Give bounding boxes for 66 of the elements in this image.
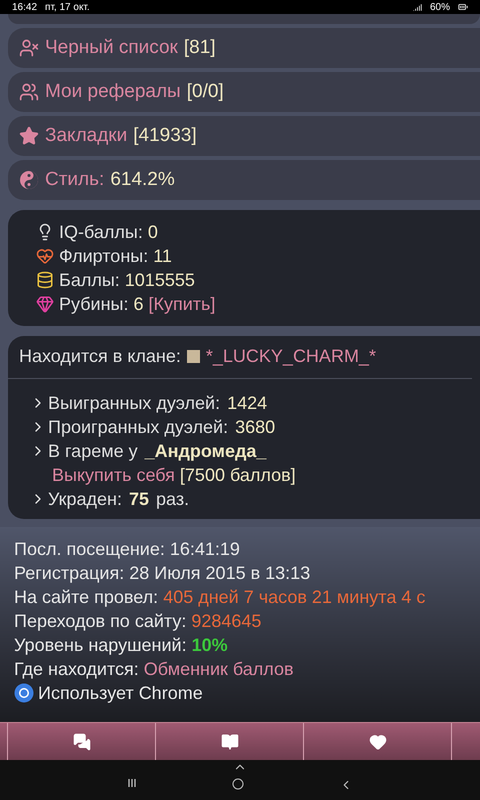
info-label: Регистрация: [14, 562, 124, 585]
info-label: Посл. посещение: [14, 538, 165, 561]
duel-label: Проигранных дуэлей: [48, 416, 228, 439]
owner-link[interactable]: _Андромеда_ [144, 439, 266, 463]
status-time: 16:42 [12, 0, 38, 14]
stolen-label: Украден: [48, 488, 122, 511]
browser-icon [14, 683, 34, 703]
yin-yang-icon [19, 170, 39, 190]
info-value: 16:41:19 [170, 538, 240, 561]
info-value: 405 дней 7 часов 21 минута 4 с [163, 586, 426, 609]
users-icon [19, 82, 39, 102]
info-label: Где находится: [14, 658, 139, 681]
chat-icon [72, 732, 90, 750]
recent-apps-icon[interactable] [127, 778, 138, 788]
menu-row[interactable]: Закладки [41933] [8, 116, 480, 156]
clan-label: Находится в клане: [19, 345, 181, 368]
stat-value: 1015555 [124, 269, 195, 292]
info-label: Уровень нарушений: [14, 634, 187, 657]
battery-level: 60% [430, 0, 450, 14]
stat-value: 11 [153, 245, 172, 268]
menu-row[interactable]: Стиль: 614.2% [8, 160, 480, 200]
duel-value: 1424 [227, 392, 268, 415]
browser-text: Использует Chrome [38, 682, 203, 705]
menu-label: Закладки [45, 124, 128, 148]
menu-count: [81] [184, 36, 216, 60]
stat-label: Баллы: [59, 269, 120, 292]
stat-label: Рубины: [59, 293, 128, 316]
book-icon [220, 732, 238, 750]
info-label: На сайте провел: [14, 586, 158, 609]
menu-label: Черный список [45, 36, 178, 60]
battery-icon [458, 2, 468, 12]
info-value: Обменник баллов [144, 658, 294, 681]
duel-value: 3680 [235, 416, 276, 439]
ransom-price: [7500 баллов] [180, 464, 296, 487]
clan-link[interactable]: *_LUCKY_CHARM_* [206, 344, 376, 368]
ransom-link[interactable]: Выкупить себя [52, 463, 175, 487]
stolen-count: 75 [128, 488, 150, 511]
gem-icon [36, 295, 54, 313]
user-x-icon [19, 38, 39, 58]
info-value: 10% [192, 634, 228, 657]
menu-label: Стиль: [45, 168, 104, 192]
stat-value: 6 [133, 293, 144, 316]
signal-icon [412, 2, 422, 12]
info-value: 9284645 [191, 610, 262, 633]
heart-icon [368, 732, 386, 750]
menu-count: [0/0] [186, 80, 224, 104]
info-label: Переходов по сайту: [14, 610, 186, 633]
buy-link[interactable]: [Купить] [148, 292, 216, 316]
star-icon [19, 126, 39, 146]
menu-label: Мои рефералы [45, 80, 181, 104]
duel-label: Выигранных дуэлей: [48, 392, 220, 415]
menu-count: 614.2% [110, 168, 175, 192]
coins-icon [36, 271, 54, 289]
menu-row[interactable]: Черный список [81] [8, 28, 480, 68]
home-icon[interactable] [232, 778, 244, 790]
status-date: пт, 17 окт. [45, 0, 90, 14]
info-value: 28 Июля 2015 в 13:13 [129, 562, 310, 585]
harem-label: В гареме у [48, 440, 138, 463]
stolen-suffix: раз. [156, 488, 190, 511]
heart-pulse-icon [36, 247, 54, 265]
menu-count: [41933] [133, 124, 197, 148]
stat-label: Флиртоны: [59, 245, 148, 268]
stat-label: IQ-баллы: [59, 221, 143, 244]
menu-row[interactable]: Мои рефералы [0/0] [8, 72, 480, 112]
stat-value: 0 [148, 221, 158, 244]
clan-emblem-icon [186, 350, 200, 362]
